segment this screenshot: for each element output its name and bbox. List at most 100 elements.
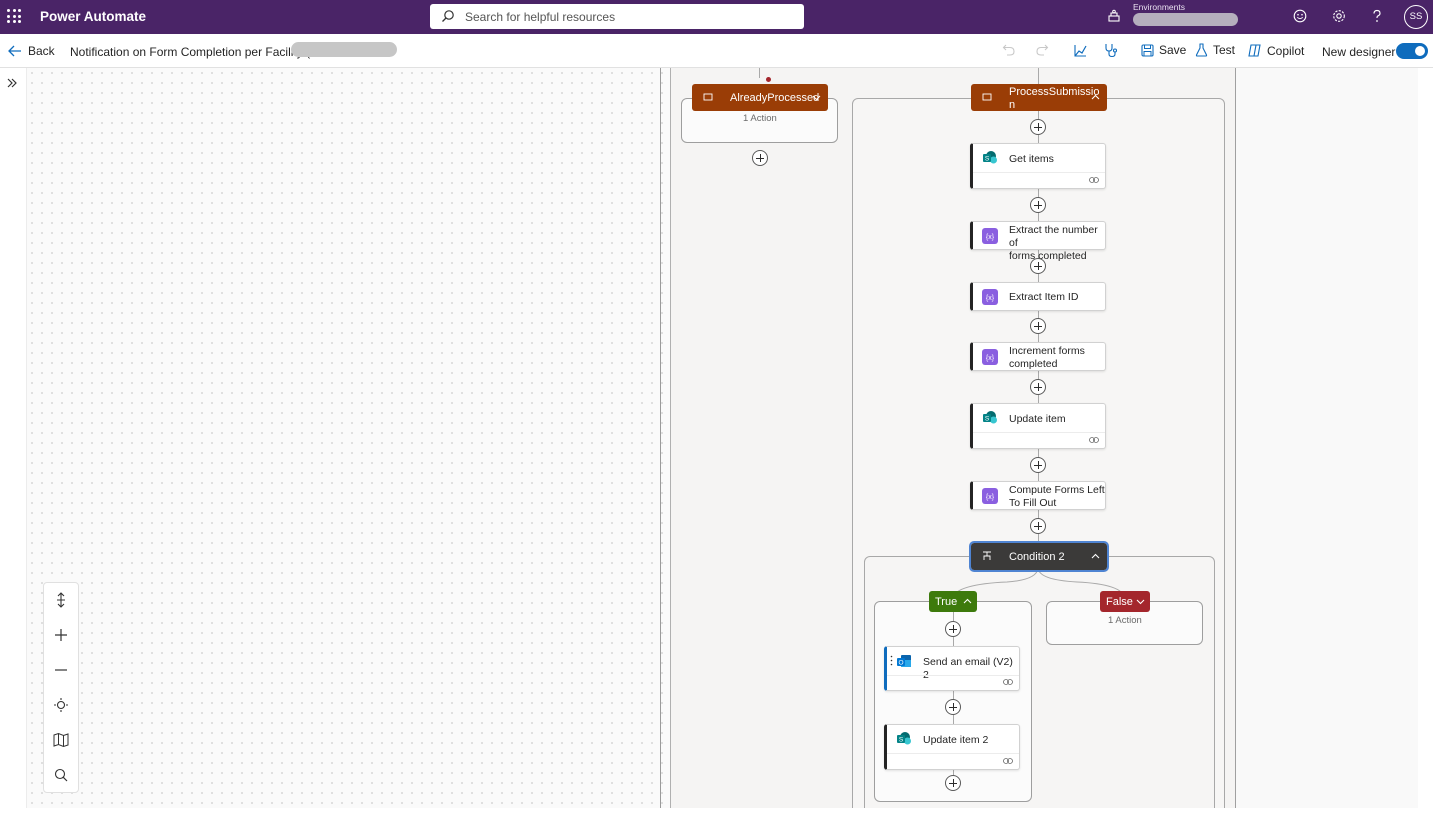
stethoscope-icon[interactable] [1104, 43, 1118, 58]
add-action-plus-icon[interactable] [945, 775, 961, 791]
outlook-icon: O [897, 655, 911, 667]
sharepoint-icon: S [983, 151, 997, 164]
chevron-down-icon[interactable] [812, 93, 821, 102]
zoom-out-icon[interactable] [53, 662, 69, 678]
expand-chevron-icon[interactable] [6, 77, 18, 89]
variable-icon: {x} [982, 289, 998, 305]
condition-header[interactable]: Condition 2 [969, 541, 1109, 572]
card-divider [887, 753, 1019, 754]
redo-icon[interactable] [1035, 43, 1049, 57]
add-action-plus-icon[interactable] [1030, 518, 1046, 534]
settings-gear-icon[interactable] [1332, 9, 1346, 23]
chevron-up-icon[interactable] [1091, 93, 1100, 102]
card-divider [973, 432, 1105, 433]
action-update-item-2[interactable]: S Update item 2 [884, 724, 1020, 770]
search-icon [442, 10, 454, 22]
action-title: Increment forms completed [1009, 345, 1085, 370]
process-submission-title: ProcessSubmissio n [1009, 86, 1100, 111]
add-action-plus-icon[interactable] [945, 621, 961, 637]
app-name[interactable]: Power Automate [40, 9, 146, 24]
svg-text:{x}: {x} [986, 494, 995, 501]
action-title: Update item [1009, 413, 1066, 425]
false-label: False [1106, 596, 1133, 608]
svg-text:S: S [899, 737, 904, 744]
new-designer-toggle[interactable] [1396, 43, 1428, 59]
flow-name: Notification on Form Completion per Faci… [70, 45, 311, 59]
search-icon[interactable] [53, 767, 69, 783]
connector [1038, 68, 1039, 84]
flow-canvas[interactable]: 1 Action AlreadyProcessed ProcessSubmiss… [27, 68, 1418, 808]
scope-icon [703, 93, 713, 101]
svg-text:S: S [985, 156, 990, 163]
add-action-plus-icon[interactable] [1030, 258, 1046, 274]
false-branch-header[interactable]: False [1100, 591, 1150, 612]
link-icon [1089, 437, 1099, 443]
chevron-down-icon[interactable] [1136, 597, 1145, 606]
false-branch-count[interactable]: 1 Action [1108, 615, 1142, 626]
true-label: True [935, 596, 958, 608]
action-title: Update item 2 [923, 734, 989, 746]
svg-text:{x}: {x} [986, 234, 995, 241]
svg-text:{x}: {x} [986, 355, 995, 362]
action-increment-forms-completed[interactable]: {x} Increment forms completed [970, 342, 1106, 371]
environments-label: Environments [1133, 2, 1185, 12]
variable-icon: {x} [982, 488, 998, 504]
action-title: Extract Item ID [1009, 291, 1079, 303]
action-extract-number-of-forms[interactable]: {x} Extract the number of forms completed [970, 221, 1106, 262]
save-button[interactable]: Save [1141, 43, 1186, 57]
scope-icon [982, 93, 992, 101]
add-action-plus-icon[interactable] [945, 699, 961, 715]
flow-checker-icon[interactable] [1073, 43, 1088, 58]
chevron-up-icon[interactable] [1091, 552, 1100, 561]
back-button[interactable]: Back [8, 44, 55, 58]
action-title: Extract the number of forms completed [1009, 224, 1098, 262]
card-divider [973, 172, 1105, 173]
user-avatar[interactable]: SS [1404, 5, 1428, 29]
process-submission-header[interactable]: ProcessSubmissio n [971, 84, 1107, 111]
add-action-plus-icon[interactable] [1030, 379, 1046, 395]
true-branch-header[interactable]: True [929, 591, 977, 612]
add-action-plus-icon[interactable] [1030, 318, 1046, 334]
drag-handle-icon[interactable] [890, 655, 893, 666]
minimap-icon[interactable] [53, 732, 69, 748]
copilot-button[interactable]: Copilot [1247, 43, 1304, 58]
add-action-plus-icon[interactable] [1030, 457, 1046, 473]
fit-view-icon[interactable] [53, 697, 69, 713]
action-title: Get items [1009, 153, 1054, 165]
action-update-item[interactable]: S Update item [970, 403, 1106, 449]
connector [759, 68, 760, 78]
right-scroll-area [1418, 68, 1433, 808]
feedback-icon[interactable] [1293, 9, 1307, 23]
already-processed-header[interactable]: AlreadyProcessed [692, 84, 828, 111]
variable-icon: {x} [982, 349, 998, 365]
test-button[interactable]: Test [1195, 43, 1235, 57]
search-box[interactable]: Search for helpful resources [430, 4, 804, 29]
svg-text:S: S [985, 416, 990, 423]
add-action-plus-icon[interactable] [752, 150, 768, 166]
search-placeholder: Search for helpful resources [465, 10, 616, 24]
save-icon [1141, 43, 1154, 57]
variable-icon: {x} [982, 228, 998, 244]
chevron-up-icon[interactable] [963, 597, 972, 606]
undo-icon[interactable] [1002, 43, 1016, 57]
help-icon[interactable] [1371, 9, 1383, 23]
condition-title: Condition 2 [1009, 551, 1065, 563]
action-extract-item-id[interactable]: {x} Extract Item ID [970, 282, 1106, 311]
already-processed-count[interactable]: 1 Action [743, 113, 777, 124]
action-send-email[interactable]: O Send an email (V2) 2 [884, 646, 1020, 691]
action-get-items[interactable]: S Get items [970, 143, 1106, 189]
environment-icon[interactable] [1107, 9, 1121, 23]
test-label: Test [1213, 43, 1236, 57]
action-compute-forms-left[interactable]: {x} Compute Forms Left To Fill Out [970, 481, 1106, 510]
add-action-plus-icon[interactable] [1030, 197, 1046, 213]
environment-name-redacted[interactable] [1133, 13, 1238, 26]
canvas-bottom-edge [0, 808, 1433, 813]
zoom-in-icon[interactable] [53, 627, 69, 643]
copilot-label: Copilot [1267, 43, 1305, 58]
outer-scope-left-border [660, 68, 661, 808]
run-after-dot [766, 77, 771, 82]
app-launcher-icon[interactable] [7, 9, 21, 23]
fit-vertical-icon[interactable] [53, 592, 69, 608]
top-bar: Power Automate Search for helpful resour… [0, 0, 1433, 34]
add-action-plus-icon[interactable] [1030, 119, 1046, 135]
